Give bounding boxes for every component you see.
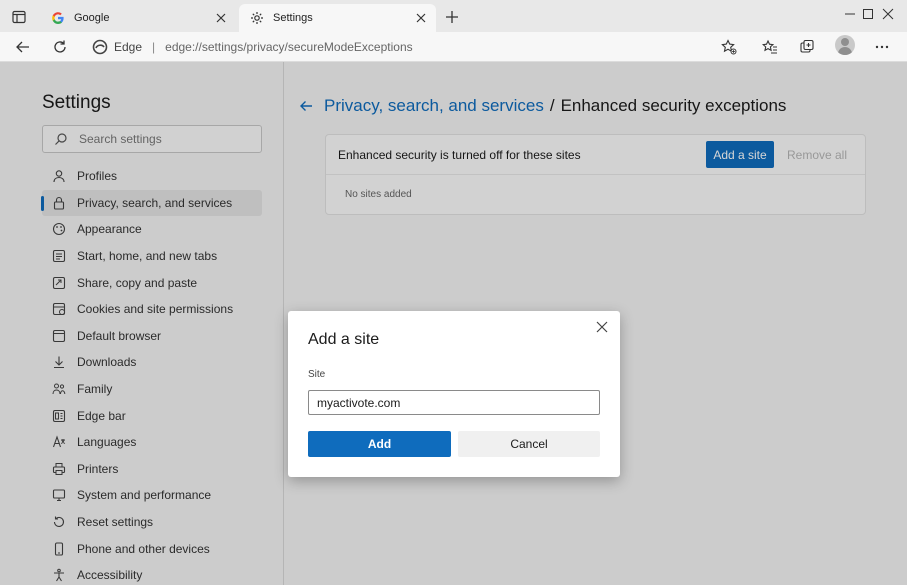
close-icon[interactable] [210, 7, 232, 29]
more-options-icon[interactable] [869, 35, 895, 59]
favorites-icon[interactable] [757, 35, 783, 59]
tab-google[interactable]: Google [40, 4, 236, 32]
back-arrow-icon[interactable] [10, 35, 36, 59]
browser-toolbar: Edge | edge://settings/privacy/secureMod… [0, 32, 907, 62]
maximize-icon[interactable] [831, 0, 873, 28]
tab-settings[interactable]: Settings [239, 4, 436, 32]
collections-icon[interactable] [794, 35, 820, 59]
site-identity-label: Edge [114, 40, 143, 54]
tab-title: Google [74, 12, 110, 24]
gear-icon [249, 10, 265, 26]
edge-logo-icon [92, 39, 108, 55]
add-favorite-icon[interactable] [716, 35, 742, 59]
tab-actions-icon[interactable] [6, 7, 32, 27]
add-button[interactable]: Add [308, 431, 451, 457]
google-g-icon [50, 10, 66, 26]
address-divider: | [152, 40, 156, 54]
profile-avatar[interactable] [835, 35, 855, 55]
site-input[interactable] [308, 390, 600, 415]
add-site-dialog: Add a site Site Add Cancel [288, 311, 620, 477]
cancel-button[interactable]: Cancel [458, 431, 600, 457]
url-text: edge://settings/privacy/secureModeExcept… [165, 40, 413, 54]
refresh-icon[interactable] [47, 35, 73, 59]
close-icon[interactable] [594, 319, 610, 335]
address-bar[interactable]: Edge | edge://settings/privacy/secureMod… [92, 35, 752, 59]
close-icon[interactable] [410, 7, 432, 29]
tab-title: Settings [273, 12, 313, 24]
site-field-label: Site [308, 369, 326, 380]
dialog-title: Add a site [308, 331, 380, 348]
title-bar: Google Settings [0, 0, 907, 32]
close-window-icon[interactable] [869, 0, 907, 28]
new-tab-plus-icon[interactable] [441, 6, 463, 28]
